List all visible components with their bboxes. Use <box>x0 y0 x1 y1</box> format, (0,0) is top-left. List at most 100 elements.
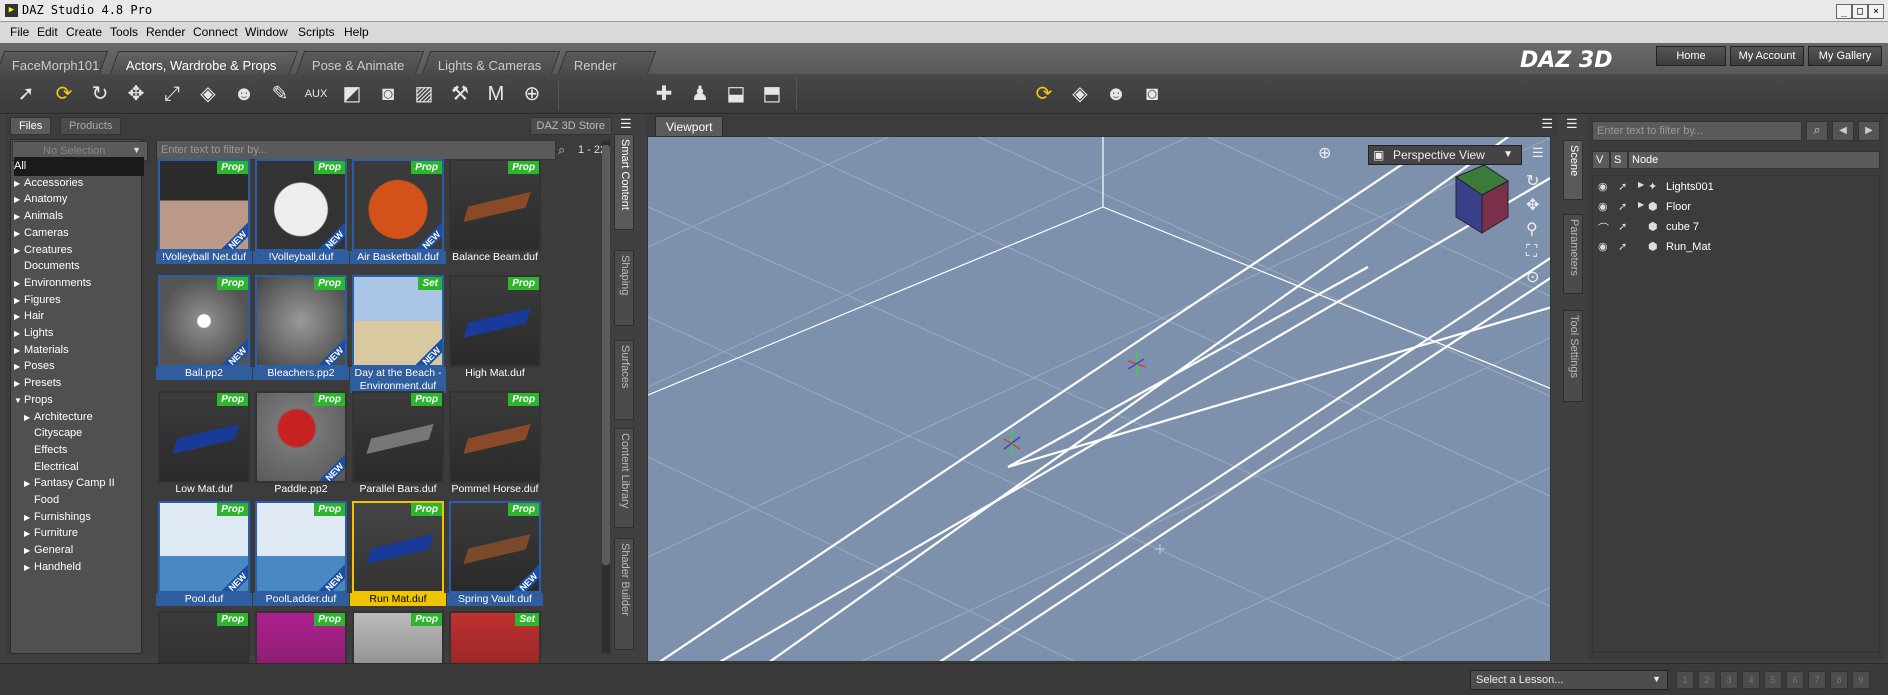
content-item-label[interactable]: Low Mat.duf <box>156 483 252 496</box>
content-item-label[interactable]: Spring Vault.duf <box>447 593 543 606</box>
expand-arrow-icon[interactable]: ▶ <box>14 246 24 255</box>
content-thumbnail[interactable]: Prop NEW <box>158 159 250 251</box>
menu-connect[interactable]: Connect <box>193 25 238 39</box>
tab-products[interactable]: Products <box>60 117 122 135</box>
search-icon[interactable]: ⌕ <box>558 142 565 158</box>
scene-node-row[interactable]: ◉ ➚ ▶ ⬢ Floor <box>1592 199 1880 217</box>
region-navigator-icon[interactable]: ⊕ <box>518 80 546 108</box>
universal-tool-secondary-icon[interactable]: ⟳ <box>1030 80 1058 108</box>
home-button[interactable]: Home <box>1656 46 1726 66</box>
select-pointer-icon[interactable]: ➚ <box>1618 220 1627 233</box>
translate-tool-icon[interactable]: ✥ <box>122 80 150 108</box>
content-item-label[interactable]: Balance Beam.duf <box>447 251 543 264</box>
expand-arrow-icon[interactable]: ▶ <box>14 312 24 321</box>
expand-arrow-icon[interactable]: ▶ <box>14 329 24 338</box>
tab-pose-animate[interactable]: Pose & Animate <box>295 51 425 74</box>
content-thumbnail[interactable]: Prop NEW <box>449 501 541 593</box>
content-thumbnail[interactable]: Prop NEW <box>255 391 347 483</box>
scene-side-tab[interactable]: Parameters <box>1563 214 1583 294</box>
figure-group-icon[interactable]: ♟ <box>686 80 714 108</box>
transfer-utility-icon[interactable]: ⚒ <box>446 80 474 108</box>
lesson-step-button[interactable]: 2 <box>1698 671 1716 689</box>
expand-arrow-icon[interactable]: ▶ <box>14 179 24 188</box>
content-thumbnail[interactable]: Prop NEW <box>158 275 250 367</box>
pan-icon[interactable]: ✥ <box>1526 195 1539 215</box>
node-weight-brush-icon[interactable]: ☻ <box>230 80 258 108</box>
spot-render-icon[interactable]: ▨ <box>410 80 438 108</box>
content-thumbnail[interactable]: Set NEW <box>352 275 444 367</box>
minimize-button[interactable]: _ <box>1836 4 1852 19</box>
zoom-icon[interactable]: ⚲ <box>1526 219 1538 239</box>
side-tab[interactable]: Shaping <box>614 250 634 326</box>
content-item-label[interactable]: PoolLadder.duf <box>253 593 349 606</box>
menu-tools[interactable]: Tools <box>110 25 138 39</box>
expand-arrow-icon[interactable]: ▶ <box>14 346 24 355</box>
morph-loader-icon[interactable]: M <box>482 80 510 108</box>
expand-arrow-icon[interactable]: ▶ <box>24 546 34 555</box>
lesson-step-button[interactable]: 9 <box>1852 671 1870 689</box>
visibility-column-header[interactable]: V <box>1592 151 1610 169</box>
frame-icon[interactable]: ⛶ <box>1526 243 1537 261</box>
content-item-label[interactable]: Pommel Horse.duf <box>447 483 543 496</box>
selectable-column-header[interactable]: S <box>1610 151 1628 169</box>
tab-files[interactable]: Files <box>10 117 52 135</box>
category-item[interactable]: ▶ Handheld <box>14 558 144 577</box>
content-thumbnail[interactable]: Prop <box>352 391 444 483</box>
scene-side-tab[interactable]: Tool Settings <box>1563 310 1583 402</box>
side-tab[interactable]: Smart Content <box>614 134 634 230</box>
3d-viewport[interactable]: ⊕ ▣ Perspective View ▼ ☰ ↻ ✥ ⚲ ⛶ ⊙ <box>647 136 1551 662</box>
universal-tool-icon[interactable]: ⟳ <box>50 80 78 108</box>
content-thumbnail[interactable]: Prop <box>449 391 541 483</box>
expand-arrow-icon[interactable]: ▶ <box>24 413 34 422</box>
scene-pane-options-icon[interactable]: ☰ <box>1566 116 1578 132</box>
select-pointer-icon[interactable]: ➚ <box>1618 240 1627 253</box>
expand-arrow-icon[interactable]: ▶ <box>1638 200 1644 209</box>
viewport-options-icon[interactable]: ☰ <box>1532 145 1544 161</box>
content-thumbnail[interactable]: Prop <box>352 501 444 593</box>
content-item-label[interactable]: Day at the Beach - Environment.duf <box>350 367 446 393</box>
side-tab[interactable]: Content Library <box>614 428 634 528</box>
content-thumbnail[interactable]: Prop <box>449 275 541 367</box>
content-item-label[interactable]: Paddle.pp2 <box>253 483 349 496</box>
content-thumbnail[interactable]: Prop NEW <box>158 501 250 593</box>
lesson-selector[interactable]: Select a Lesson... ▼ <box>1470 670 1668 690</box>
expand-arrow-icon[interactable]: ▶ <box>14 379 24 388</box>
lesson-step-button[interactable]: 4 <box>1742 671 1760 689</box>
rotate-tool-icon[interactable]: ↻ <box>86 80 114 108</box>
figure-import-icon[interactable]: ⬒ <box>758 80 786 108</box>
tab-facemorph101[interactable]: FaceMorph101 <box>0 51 109 74</box>
content-item-label[interactable]: Ball.pp2 <box>156 367 252 380</box>
scene-node-row[interactable]: ◉ ➚ ▶ ✦ Lights001 <box>1592 179 1880 197</box>
scene-search-icon[interactable]: ⌕ <box>1806 121 1828 141</box>
menu-scripts[interactable]: Scripts <box>298 25 335 39</box>
scale-tool-icon[interactable]: ⤢ <box>158 80 186 108</box>
content-thumbnail[interactable]: Prop NEW <box>352 159 444 251</box>
geometry-editor-icon[interactable]: ◩ <box>338 80 366 108</box>
surface-tool-secondary-icon[interactable]: ◈ <box>1066 80 1094 108</box>
content-item-label[interactable]: Bleachers.pp2 <box>253 367 349 380</box>
eye-icon[interactable]: ⌒ <box>1598 220 1609 236</box>
grid-scrollbar-thumb[interactable] <box>602 145 610 565</box>
aux-viewport-icon[interactable]: AUX <box>302 80 330 108</box>
menu-create[interactable]: Create <box>66 25 102 39</box>
expand-arrow-icon[interactable]: ▶ <box>1638 180 1644 189</box>
menu-file[interactable]: File <box>10 25 29 39</box>
tab-render[interactable]: Render <box>557 51 657 74</box>
globe-icon[interactable]: ⊕ <box>1318 143 1331 163</box>
content-filter-input[interactable]: Enter text to filter by... <box>156 140 556 160</box>
expand-arrow-icon[interactable]: ▶ <box>14 279 24 288</box>
side-tab[interactable]: Shader Builder <box>614 538 634 650</box>
figure-export-icon[interactable]: ⬓ <box>722 80 750 108</box>
expand-arrow-icon[interactable]: ▶ <box>24 479 34 488</box>
lesson-step-button[interactable]: 7 <box>1808 671 1826 689</box>
close-button[interactable]: × <box>1868 4 1884 19</box>
scene-node-row[interactable]: ⌒ ➚ ⬢ cube 7 <box>1592 219 1880 237</box>
expand-arrow-icon[interactable]: ▶ <box>14 195 24 204</box>
surface-selection-icon[interactable]: ◈ <box>194 80 222 108</box>
daz3d-store-button[interactable]: DAZ 3D Store <box>529 117 612 135</box>
tab-viewport[interactable]: Viewport <box>655 116 724 136</box>
expand-arrow-icon[interactable]: ▶ <box>14 229 24 238</box>
expand-arrow-icon[interactable]: ▶ <box>14 296 24 305</box>
render-camera-icon[interactable]: ◙ <box>1138 80 1166 108</box>
reset-view-icon[interactable]: ⊙ <box>1526 267 1539 287</box>
